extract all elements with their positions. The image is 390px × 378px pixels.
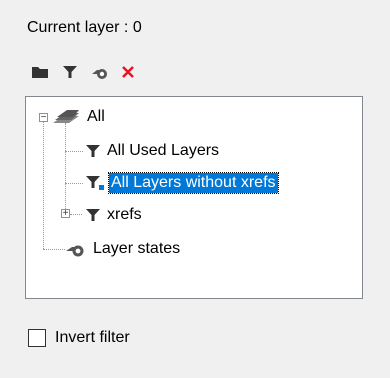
- delete-icon: [121, 65, 135, 84]
- expand-xrefs-toggle[interactable]: +: [61, 209, 70, 219]
- tree-node-xrefs[interactable]: xrefs: [85, 204, 142, 226]
- collapse-all-toggle[interactable]: −: [39, 113, 48, 123]
- tree-node-all[interactable]: All: [51, 106, 105, 128]
- filter-icon: [85, 208, 101, 222]
- folder-icon: [31, 65, 49, 84]
- invert-filter-label: Invert filter: [55, 329, 130, 346]
- new-group-filter-button[interactable]: [28, 62, 52, 86]
- tree-node-label: All: [87, 108, 105, 125]
- tree-node-label: xrefs: [107, 206, 142, 223]
- layer-state-icon: [65, 239, 87, 259]
- layer-states-button[interactable]: [88, 62, 112, 86]
- invert-filter-option[interactable]: Invert filter: [28, 329, 130, 347]
- layer-state-icon: [90, 62, 110, 87]
- tree-node-all-layers-without-xrefs[interactable]: All Layers without xrefs: [85, 172, 279, 194]
- new-property-filter-button[interactable]: [58, 62, 82, 86]
- tree-node-layer-states[interactable]: Layer states: [65, 238, 180, 260]
- filter-toolbar: [28, 62, 198, 86]
- invert-filter-checkbox[interactable]: [28, 329, 46, 347]
- tree-node-label: All Layers without xrefs: [108, 172, 279, 194]
- layer-filter-tree[interactable]: − All All Used Layers All Layers without…: [25, 96, 363, 299]
- tree-node-all-used-layers[interactable]: All Used Layers: [85, 140, 219, 162]
- delete-button[interactable]: [116, 62, 140, 86]
- filter-icon: [85, 144, 101, 158]
- tree-node-label: Layer states: [93, 240, 181, 257]
- filter-icon: [62, 65, 78, 84]
- filter-icon: [85, 175, 105, 191]
- tree-node-label: All Used Layers: [107, 142, 220, 159]
- layers-stack-icon: [51, 109, 81, 125]
- current-layer-label: Current layer : 0: [27, 19, 142, 36]
